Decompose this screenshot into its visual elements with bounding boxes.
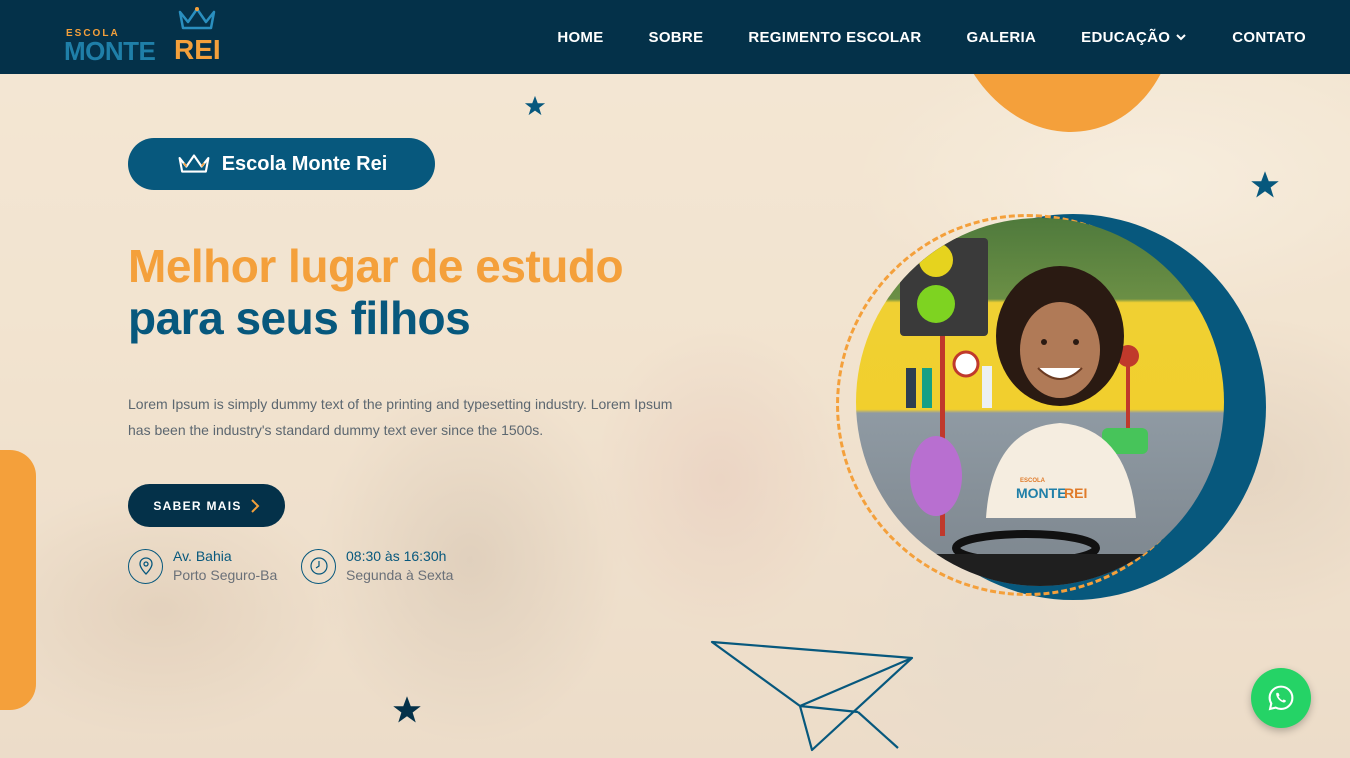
address-line-2: Porto Seguro-Ba [173,567,278,583]
crown-icon [178,154,210,173]
location-pin-icon [128,548,163,584]
main-nav: HOME SOBRE REGIMENTO ESCOLAR GALERIA EDU… [557,0,1306,74]
chevron-down-icon [1176,34,1186,41]
nav-item-label: SOBRE [648,28,704,46]
nav-item-label: EDUCAÇÃO [1081,28,1171,46]
address-info: Av. Bahia Porto Seguro-Ba [128,547,277,585]
shirt-logo-accent: REI [1064,485,1087,501]
nav-item-label: HOME [557,28,604,46]
chevron-right-icon [250,498,260,513]
nav-item-galeria[interactable]: GALERIA [967,29,1037,46]
logo-accent-text: REI [174,34,221,65]
saber-mais-button[interactable]: SABER MAIS [128,484,285,527]
headline-line-2: para seus filhos [128,292,471,344]
nav-item-label: CONTATO [1232,28,1306,46]
hours-info: 08:30 às 16:30h Segunda à Sexta [301,547,453,585]
hero-photo-child: MONTE REI ESCOLA [856,218,1224,586]
child-photo-illustration: MONTE REI ESCOLA [900,238,1156,586]
clock-icon [301,548,336,584]
hours-line-1: 08:30 às 16:30h [346,548,447,564]
paper-plane-icon [710,640,914,752]
hours-line-2: Segunda à Sexta [346,567,454,583]
site-logo[interactable]: ESCOLA MONTE REI [64,6,224,66]
nav-item-educacao-dropdown[interactable]: EDUCAÇÃO [1081,29,1187,46]
cta-label: SABER MAIS [153,498,242,513]
nav-item-regimento-escolar[interactable]: REGIMENTO ESCOLAR [748,29,921,46]
star-icon [1251,171,1279,198]
hero-headline: Melhor lugar de estudo para seus filhos [128,240,624,344]
nav-item-contato[interactable]: CONTATO [1232,29,1306,46]
nav-item-home[interactable]: HOME [557,29,603,46]
star-icon [524,95,546,116]
nav-item-label: REGIMENTO ESCOLAR [748,28,922,46]
shirt-logo-small: ESCOLA [1020,478,1046,484]
nav-item-label: GALERIA [966,28,1037,46]
shirt-logo-main: MONTE [1016,485,1067,501]
site-header: ESCOLA MONTE REI HOME SOBRE REGIMENTO ES… [0,0,1350,74]
logo-main-text: MONTE [64,36,156,66]
star-icon [393,696,421,723]
hero-description: Lorem Ipsum is simply dummy text of the … [128,396,673,438]
decorative-orange-tab [0,450,36,710]
crown-icon [178,7,216,30]
badge-label: Escola Monte Rei [221,152,388,175]
headline-line-1: Melhor lugar de estudo [128,240,624,292]
nav-item-sobre[interactable]: SOBRE [649,29,704,46]
hero-photo-frame: MONTE REI ESCOLA [832,210,1272,610]
whatsapp-icon [1268,685,1294,711]
school-name-badge: Escola Monte Rei [128,138,435,190]
whatsapp-button[interactable] [1251,668,1311,728]
address-line-1: Av. Bahia [173,548,232,564]
